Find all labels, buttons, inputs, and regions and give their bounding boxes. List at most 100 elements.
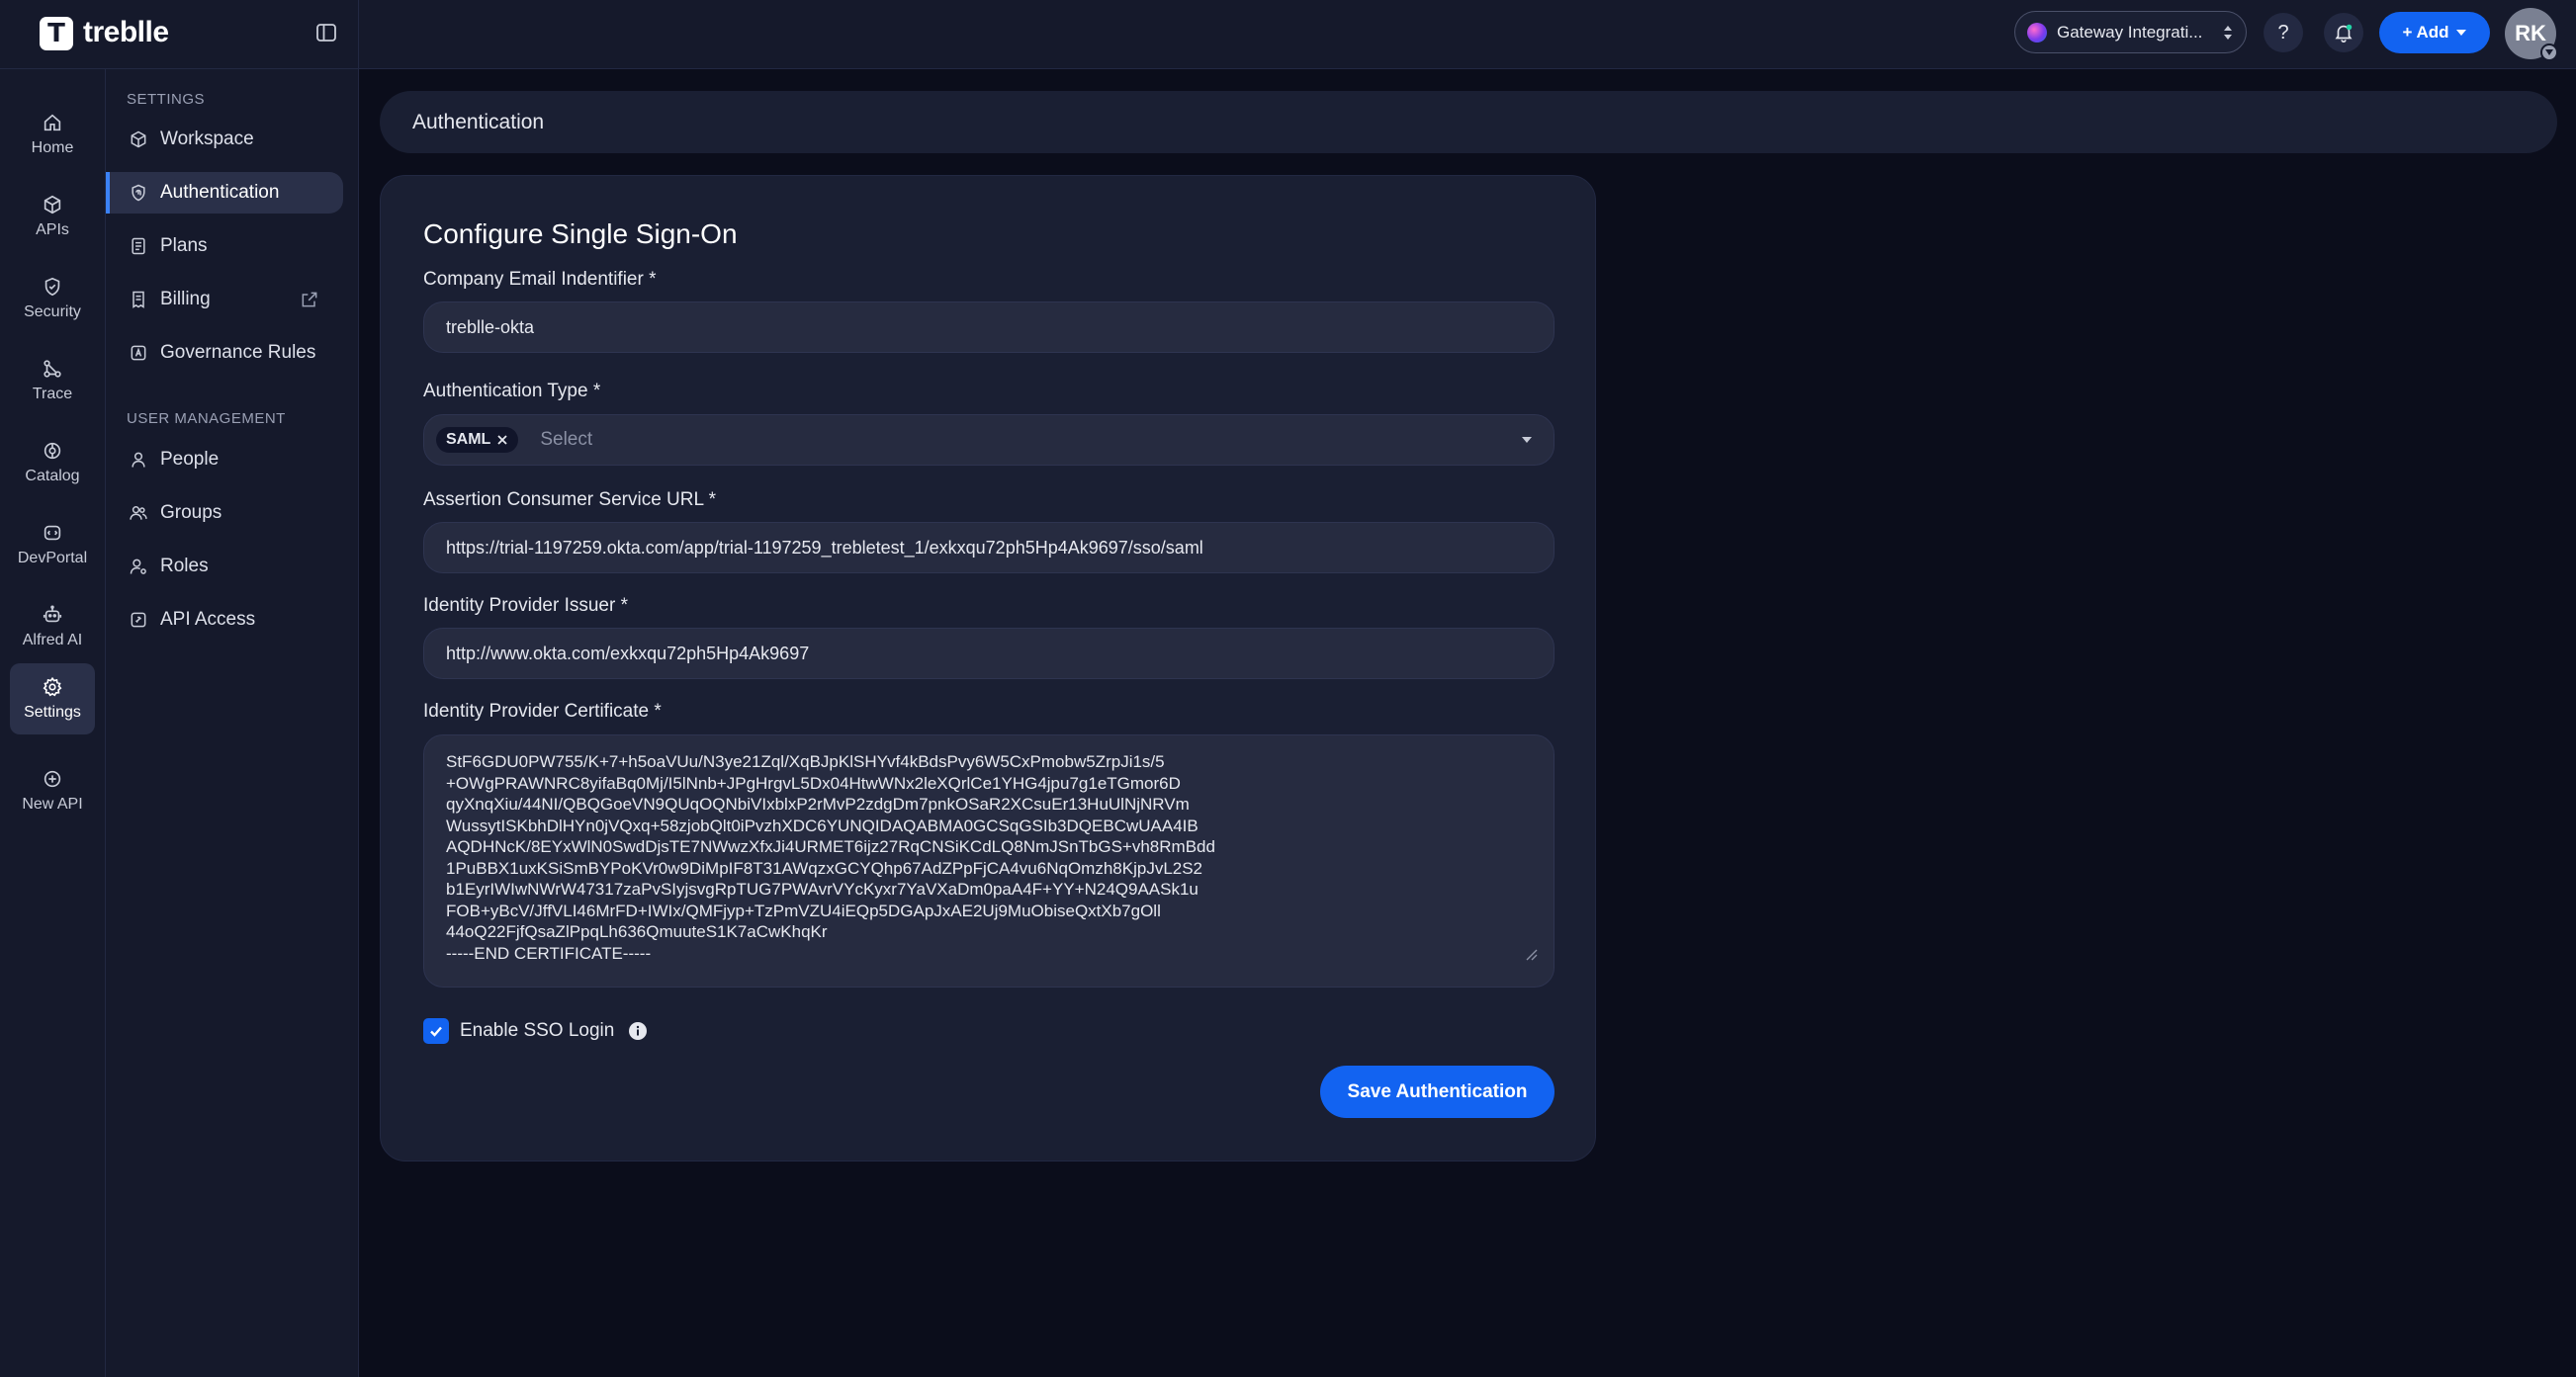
- nav-item-label: Authentication: [160, 182, 280, 203]
- rail-item-label: Settings: [24, 704, 81, 721]
- brand-name[interactable]: treblle: [83, 16, 169, 49]
- nav-item-label: Groups: [160, 502, 222, 523]
- nav-item-label: People: [160, 449, 220, 470]
- nav-section-settings: SETTINGS: [127, 91, 206, 108]
- treblle-logo-icon[interactable]: T: [40, 17, 73, 50]
- catalog-icon: [44, 442, 61, 460]
- check-icon: [430, 1026, 442, 1037]
- rail-item-label: DevPortal: [17, 550, 88, 566]
- gateway-selector[interactable]: Gateway Integrati...: [2014, 11, 2247, 53]
- nav-item-label: Billing: [160, 289, 211, 309]
- brand-area: T treblle: [0, 0, 359, 69]
- idp-cert-label: Identity Provider Certificate *: [423, 701, 662, 722]
- notifications-button[interactable]: [2324, 13, 2363, 52]
- nav-item-plans[interactable]: Plans: [106, 225, 343, 267]
- rail-item-label: Alfred AI: [22, 632, 83, 648]
- avatar-initials: RK: [2515, 21, 2546, 45]
- page-header: Authentication: [380, 91, 2557, 153]
- rail-item-settings[interactable]: Settings: [10, 663, 95, 734]
- enable-sso-label: Enable SSO Login: [460, 1020, 615, 1041]
- nav-section-user-management: USER MANAGEMENT: [127, 410, 286, 427]
- resize-handle-icon[interactable]: [1524, 947, 1538, 961]
- page-title: Authentication: [412, 110, 545, 133]
- idp-cert-value: StF6GDU0PW755/K+7+h5oaVUu/N3ye21Zql/XqBJ…: [446, 752, 1215, 963]
- rail-item-label: Trace: [32, 386, 73, 402]
- chip-label: SAML: [446, 431, 491, 448]
- nav-item-label: Roles: [160, 556, 209, 576]
- nav-item-label: Workspace: [160, 129, 254, 149]
- caret-down-icon: [1522, 437, 1532, 443]
- company-email-value: treblle-okta: [446, 316, 535, 337]
- chevron-up-down-icon: [2224, 25, 2232, 40]
- company-email-field[interactable]: treblle-okta: [423, 301, 1554, 353]
- nav-item-governance-rules[interactable]: Governance Rules: [106, 332, 343, 374]
- shield-icon: [44, 277, 60, 297]
- nav-item-label: API Access: [160, 609, 256, 630]
- auth-type-placeholder: Select: [540, 429, 593, 450]
- billing-icon: [133, 291, 144, 308]
- idp-cert-textarea[interactable]: StF6GDU0PW755/K+7+h5oaVUu/N3ye21Zql/XqBJ…: [423, 734, 1554, 988]
- sidebar-toggle-icon[interactable]: [314, 21, 338, 44]
- nav-item-people[interactable]: People: [106, 439, 343, 480]
- chevron-down-icon: [2545, 49, 2553, 55]
- trace-icon: [44, 360, 61, 378]
- nav-item-api-access[interactable]: API Access: [106, 599, 343, 641]
- rail-item-security[interactable]: Security: [10, 263, 95, 334]
- nav-item-billing[interactable]: Billing: [106, 279, 343, 320]
- save-authentication-button[interactable]: Save Authentication: [1320, 1066, 1554, 1118]
- home-icon: [44, 114, 61, 131]
- api-access-icon: [131, 612, 146, 628]
- rail-item-apis[interactable]: APIs: [10, 181, 95, 252]
- bell-icon: [2335, 24, 2353, 43]
- add-button-label: + Add: [2402, 23, 2449, 42]
- top-bar: T treblle Gateway Integrati... ? + Add R…: [0, 0, 2576, 69]
- settings-nav: SETTINGS Workspace Authentication Plans …: [106, 69, 359, 1377]
- rail-item-alfred-ai[interactable]: Alfred AI: [10, 591, 95, 662]
- rail-item-trace[interactable]: Trace: [10, 345, 95, 416]
- devportal-icon: [44, 525, 61, 541]
- rail-item-devportal[interactable]: DevPortal: [10, 509, 95, 580]
- gateway-logo-icon: [2027, 22, 2047, 43]
- nav-item-groups[interactable]: Groups: [106, 492, 343, 534]
- nav-item-authentication[interactable]: Authentication: [106, 172, 343, 214]
- plans-icon: [132, 237, 145, 255]
- workspace-icon: [131, 130, 146, 148]
- info-icon[interactable]: [628, 1021, 648, 1041]
- acs-url-field[interactable]: https://trial-1197259.okta.com/app/trial…: [423, 522, 1554, 573]
- sso-config-card: Configure Single Sign-On Company Email I…: [380, 175, 1596, 1162]
- rail-item-new-api[interactable]: New API: [10, 755, 95, 826]
- acs-url-value: https://trial-1197259.okta.com/app/trial…: [446, 537, 1203, 558]
- auth-type-select[interactable]: SAML Select: [423, 414, 1554, 466]
- auth-type-chip: SAML: [436, 427, 519, 453]
- nav-item-label: Governance Rules: [160, 342, 316, 363]
- external-link-icon[interactable]: [300, 290, 319, 309]
- add-button[interactable]: + Add: [2379, 12, 2490, 53]
- close-icon[interactable]: [496, 434, 508, 446]
- governance-icon: [131, 345, 146, 361]
- save-button-label: Save Authentication: [1347, 1080, 1528, 1102]
- idp-issuer-value: http://www.okta.com/exkxqu72ph5Hp4Ak9697: [446, 643, 810, 663]
- group-icon: [130, 505, 147, 520]
- rail-item-label: Home: [31, 139, 74, 156]
- rail-item-label: New API: [22, 796, 83, 813]
- robot-icon: [43, 605, 62, 623]
- user-avatar[interactable]: RK: [2505, 8, 2558, 61]
- nav-item-workspace[interactable]: Workspace: [106, 119, 343, 160]
- caret-down-icon: [2455, 30, 2466, 36]
- rail-item-catalog[interactable]: Catalog: [10, 427, 95, 498]
- rail-item-label: Catalog: [25, 468, 80, 484]
- help-button[interactable]: ?: [2264, 13, 2303, 52]
- cube-icon: [44, 195, 61, 215]
- enable-sso-row: Enable SSO Login: [423, 1018, 648, 1044]
- rail-item-label: APIs: [36, 221, 69, 238]
- rail-item-home[interactable]: Home: [10, 99, 95, 170]
- card-title: Configure Single Sign-On: [423, 218, 738, 249]
- gateway-selector-label: Gateway Integrati...: [2057, 22, 2203, 42]
- acs-url-label: Assertion Consumer Service URL *: [423, 489, 717, 510]
- avatar-menu-badge: [2540, 43, 2558, 61]
- nav-item-roles[interactable]: Roles: [106, 546, 343, 587]
- enable-sso-checkbox[interactable]: [423, 1018, 449, 1044]
- idp-issuer-field[interactable]: http://www.okta.com/exkxqu72ph5Hp4Ak9697: [423, 628, 1554, 679]
- idp-issuer-label: Identity Provider Issuer *: [423, 595, 628, 616]
- fingerprint-icon: [132, 184, 145, 202]
